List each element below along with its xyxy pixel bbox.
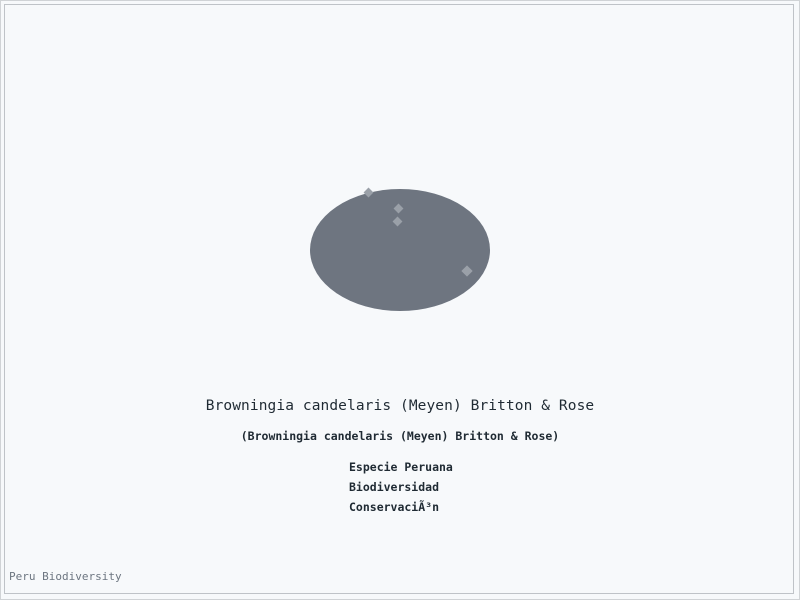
tag-item: ConservaciÃ³n <box>349 500 440 514</box>
tag-item: Biodiversidad <box>349 480 440 494</box>
footer-credit: Peru Biodiversity <box>9 570 122 583</box>
specimen-placeholder-graphic <box>310 187 490 311</box>
species-subtitle: (Browningia candelaris (Meyen) Britton &… <box>240 429 560 443</box>
tag-list: Especie Peruana Biodiversidad Conservaci… <box>349 459 453 519</box>
species-title: Browningia candelaris (Meyen) Britton & … <box>205 398 595 414</box>
tag-item: Especie Peruana <box>349 460 453 474</box>
